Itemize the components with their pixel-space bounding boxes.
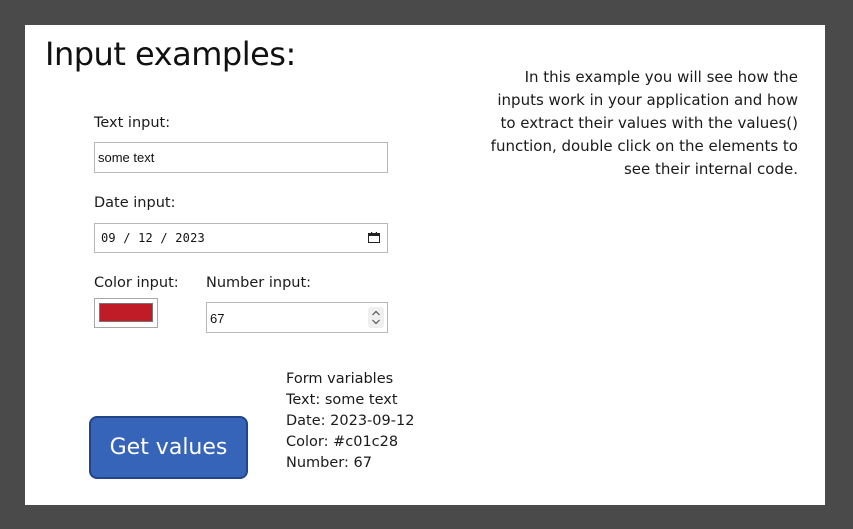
get-values-button[interactable]: Get values xyxy=(89,416,248,479)
form-variables-output: Form variables Text: some text Date: 202… xyxy=(286,369,414,474)
results-text-line: Text: some text xyxy=(286,392,398,408)
text-input[interactable]: some text xyxy=(94,142,388,173)
spinner-arrows-icon xyxy=(372,310,380,325)
date-input-label: Date input: xyxy=(94,195,176,211)
color-input-label: Color input: xyxy=(94,275,179,291)
text-input-label: Text input: xyxy=(94,115,171,131)
number-input-value: 67 xyxy=(210,311,225,326)
number-input[interactable]: 67 xyxy=(206,302,388,333)
number-input-label: Number input: xyxy=(206,275,312,291)
page-title: Input examples: xyxy=(45,35,296,73)
results-header: Form variables xyxy=(286,371,394,387)
results-color-line: Color: #c01c28 xyxy=(286,434,399,450)
description-text: In this example you will see how the inp… xyxy=(490,68,798,178)
color-swatch xyxy=(99,303,153,322)
calendar-icon[interactable] xyxy=(368,232,380,243)
number-spinner[interactable] xyxy=(368,307,384,328)
color-input[interactable] xyxy=(94,298,158,328)
results-date-line: Date: 2023-09-12 xyxy=(286,413,415,429)
text-input-value: some text xyxy=(98,150,155,165)
date-input[interactable]: 09 / 12 / 2023 xyxy=(94,223,388,253)
app-window: Input examples: In this example you will… xyxy=(25,25,825,505)
results-number-line: Number: 67 xyxy=(286,455,372,471)
date-input-value: 09 / 12 / 2023 xyxy=(101,231,205,245)
